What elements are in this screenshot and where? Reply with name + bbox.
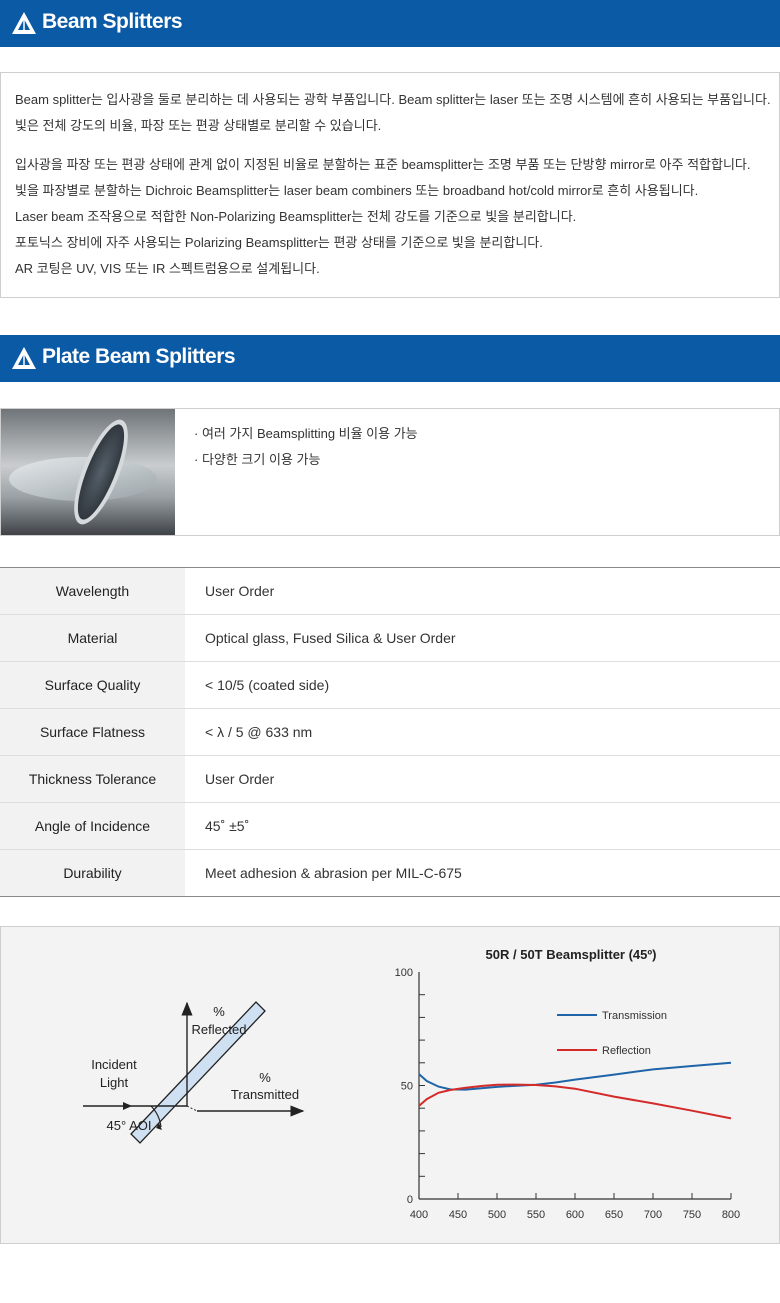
spec-value: Meet adhesion & abrasion per MIL-C-675	[185, 849, 780, 897]
x-tick-label: 650	[605, 1209, 623, 1221]
beam-splitter-diagram: Incident Light 45° AOI % Reflected % Tra…	[83, 1001, 305, 1144]
y-tick-label: 50	[401, 1081, 413, 1093]
incident-label: Light	[100, 1075, 129, 1090]
spec-label: Thickness Tolerance	[0, 755, 185, 803]
description-line: AR 코팅은 UV, VIS 또는 IR 스펙트럼용으로 설계됩니다.	[15, 261, 320, 276]
triangle-logo-icon	[12, 347, 36, 369]
description-line: Laser beam 조작용으로 적합한 Non-Polarizing Beam…	[15, 209, 577, 224]
section-header-beam-splitters: Beam Splitters	[0, 0, 780, 47]
x-tick-label: 450	[449, 1209, 467, 1221]
description-paragraph-1: Beam splitter는 입사광을 둘로 분리하는 데 사용되는 광학 부품…	[15, 87, 771, 139]
spec-label: Surface Flatness	[0, 708, 185, 756]
section-header-plate-beam-splitters: Plate Beam Splitters	[0, 335, 780, 382]
spec-label: Surface Quality	[0, 661, 185, 709]
y-tick-label: 100	[395, 967, 413, 979]
description-box: Beam splitter는 입사광을 둘로 분리하는 데 사용되는 광학 부품…	[0, 72, 780, 298]
plate-beam-splitter-photo	[1, 409, 175, 535]
diagram-chart-panel: Incident Light 45° AOI % Reflected % Tra…	[0, 926, 780, 1244]
x-tick-label: 800	[722, 1209, 740, 1221]
spec-table: Wavelength User Order Material Optical gla…	[0, 567, 780, 897]
spec-label: Material	[0, 614, 185, 662]
feature-bullet: · 다양한 크기 이용 가능	[194, 452, 321, 467]
incident-label: Incident	[91, 1057, 137, 1072]
spec-value: User Order	[185, 755, 780, 803]
spec-value: < λ / 5 @ 633 nm	[185, 708, 780, 756]
table-row: Durability Meet adhesion & abrasion per M…	[0, 849, 780, 897]
reflected-label: Reflected	[192, 1022, 247, 1037]
table-row: Thickness Tolerance User Order	[0, 755, 780, 803]
x-tick-label: 750	[683, 1209, 701, 1221]
x-tick-label: 500	[488, 1209, 506, 1221]
table-row: Surface Quality < 10/5 (coated side)	[0, 661, 780, 709]
spec-value: < 10/5 (coated side)	[185, 661, 780, 709]
triangle-logo-icon	[12, 12, 36, 34]
x-tick-label: 400	[410, 1209, 428, 1221]
table-row: Material Optical glass, Fused Silica & Us…	[0, 614, 780, 662]
product-features: · 여러 가지 Beamsplitting 비율 이용 가능 · 다양한 크기 …	[194, 421, 418, 473]
y-tick-label: 0	[407, 1194, 413, 1206]
legend-label: Transmission	[602, 1010, 667, 1022]
spec-label: Angle of Incidence	[0, 802, 185, 850]
x-tick-label: 700	[644, 1209, 662, 1221]
table-row: Wavelength User Order	[0, 567, 780, 615]
spec-label: Durability	[0, 849, 185, 897]
description-line: 빛을 파장별로 분할하는 Dichroic Beamsplitter는 lase…	[15, 183, 699, 198]
transmitted-label: Transmitted	[231, 1087, 299, 1102]
x-tick-label: 550	[527, 1209, 545, 1221]
description-line: 포토닉스 장비에 자주 사용되는 Polarizing Beamsplitter…	[15, 235, 543, 250]
description-line: 입사광을 파장 또는 편광 상태에 관계 없이 지정된 비율로 분할하는 표준 …	[15, 157, 751, 172]
section-title: Plate Beam Splitters	[42, 345, 236, 368]
description-line: 빛은 전체 강도의 비율, 파장 또는 편광 상태별로 분리할 수 있습니다.	[15, 118, 382, 133]
table-row: Angle of Incidence 45˚ ±5˚	[0, 802, 780, 850]
description-line: Beam splitter는 입사광을 둘로 분리하는 데 사용되는 광학 부품…	[15, 92, 771, 107]
spec-value: Optical glass, Fused Silica & User Order	[185, 614, 780, 662]
section-title: Beam Splitters	[42, 10, 183, 33]
transmitted-label: %	[259, 1070, 271, 1085]
spec-label: Wavelength	[0, 567, 185, 615]
reflected-label: %	[213, 1004, 225, 1019]
aoi-label: 45° AOI	[107, 1118, 152, 1133]
spec-value: User Order	[185, 567, 780, 615]
series-line-transmission	[418, 1061, 732, 1091]
spec-value: 45˚ ±5˚	[185, 802, 780, 850]
product-box: · 여러 가지 Beamsplitting 비율 이용 가능 · 다양한 크기 …	[0, 408, 780, 536]
chart-title: 50R / 50T Beamsplitter (45º)	[486, 947, 657, 962]
feature-bullet: · 여러 가지 Beamsplitting 비율 이용 가능	[194, 426, 418, 441]
description-paragraph-2: 입사광을 파장 또는 편광 상태에 관계 없이 지정된 비율로 분할하는 표준 …	[15, 152, 751, 282]
table-row: Surface Flatness < λ / 5 @ 633 nm	[0, 708, 780, 756]
x-tick-label: 600	[566, 1209, 584, 1221]
transmission-reflection-chart: 50R / 50T Beamsplitter (45º) 0 50 100 400 45…	[395, 947, 741, 1221]
legend-label: Reflection	[602, 1045, 651, 1057]
